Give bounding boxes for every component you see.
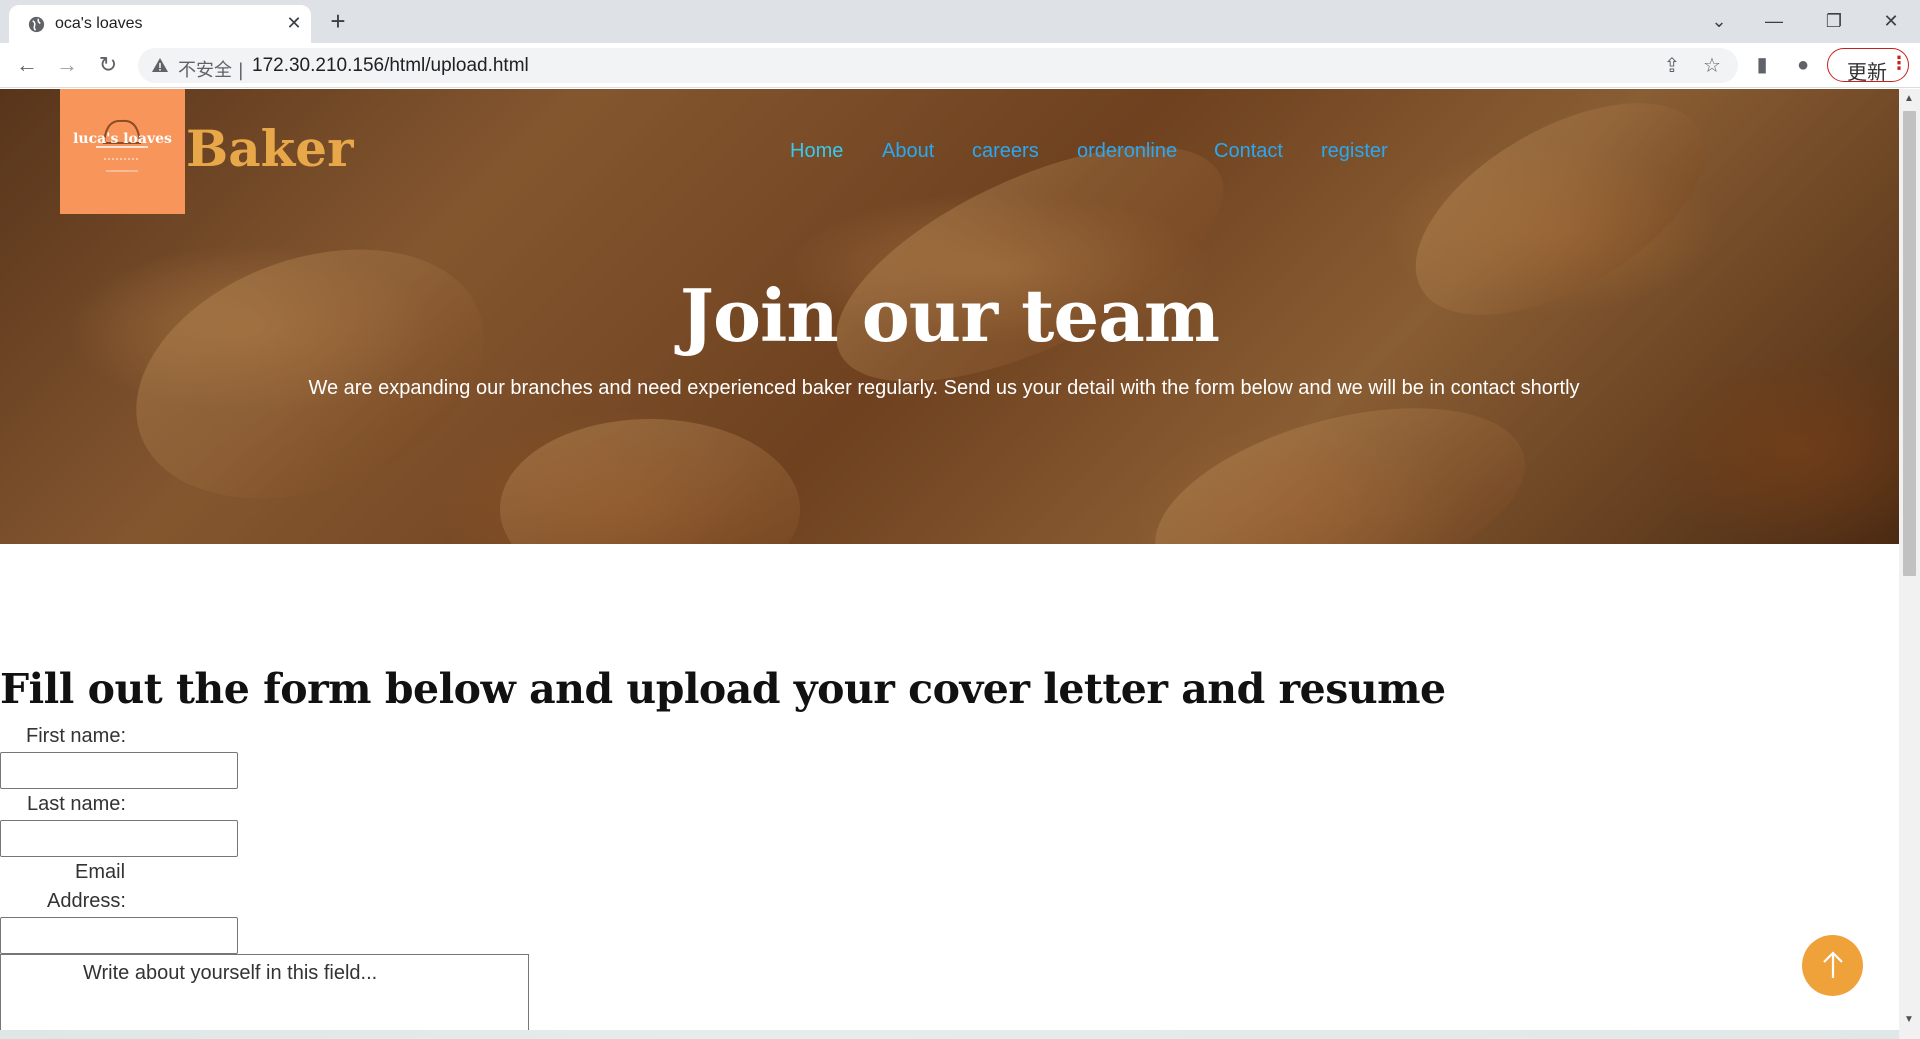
email-label: Email [75,861,126,883]
back-icon[interactable]: ← [12,50,42,80]
page-viewport: luca's loaves Baker Home About careers o… [0,89,1899,1039]
new-tab-icon[interactable]: + [324,8,352,36]
insecure-label: 不安全 | [178,60,244,81]
last-name-label: Last name: [27,793,126,815]
browser-toolbar: ← → ↻ 不安全 | 172.30.210.156/html/upload.h… [0,43,1920,88]
scroll-down-arrow-icon[interactable]: ▼ [1904,1014,1914,1025]
about-textarea[interactable]: Write about yourself in this field... [0,954,529,1039]
last-name-input[interactable] [0,820,238,857]
update-label: 更新 [1847,60,1887,84]
warning-icon[interactable] [150,55,170,75]
tab-close-icon[interactable]: ✕ [283,12,305,34]
nav-register[interactable]: register [1321,140,1388,163]
profile-avatar-icon[interactable]: ● [1789,51,1817,79]
page-scrollbar[interactable]: ▲ ▼ [1899,89,1920,1039]
restore-icon[interactable]: ❐ [1814,6,1854,36]
browser-tab[interactable]: oca's loaves ✕ [9,5,311,43]
nav-orderonline[interactable]: orderonline [1077,140,1177,163]
scroll-thumb[interactable] [1903,111,1916,576]
url-text[interactable]: 172.30.210.156/html/upload.html [252,55,529,77]
email-label-line2: Address: [47,890,126,912]
form-heading: Fill out the form below and upload your … [0,665,1446,713]
share-icon[interactable]: ⇪ [1660,54,1684,78]
forward-icon[interactable]: → [52,50,82,80]
scroll-up-arrow-icon[interactable]: ▲ [1904,93,1914,104]
hero-banner: luca's loaves Baker Home About careers o… [0,89,1899,544]
bookmark-star-icon[interactable]: ☆ [1700,54,1724,78]
side-panel-icon[interactable]: ▮ [1748,51,1776,79]
tab-strip: oca's loaves ✕ + ⌄ — ❐ ✕ [0,0,1920,43]
update-button[interactable]: 更新 ⋮ [1827,48,1909,84]
nav-careers[interactable]: careers [972,140,1039,163]
minimize-icon[interactable]: — [1754,6,1794,36]
back-to-top-button[interactable] [1802,935,1863,996]
first-name-label: First name: [26,725,127,747]
first-name-input[interactable] [0,752,238,789]
page-bottom-strip [0,1030,1899,1039]
globe-icon [28,16,45,33]
hero-title: Join our team [679,273,1220,358]
window-close-icon[interactable]: ✕ [1871,6,1911,36]
nav-contact[interactable]: Contact [1214,140,1283,163]
address-bar[interactable]: 不安全 | 172.30.210.156/html/upload.html ⇪ … [138,48,1738,83]
tab-search-chevron-icon[interactable]: ⌄ [1699,6,1739,36]
tab-title: oca's loaves [55,15,143,32]
email-input[interactable] [0,917,238,954]
nav-home[interactable]: Home [790,140,843,163]
nav-about[interactable]: About [882,140,934,163]
main-nav: Home About careers orderonline Contact r… [0,140,1899,170]
menu-dots-icon[interactable]: ⋮ [1890,53,1908,74]
hero-subtitle: We are expanding our branches and need e… [308,377,1580,399]
about-textarea-text: Write about yourself in this field... [83,962,378,984]
arrow-up-icon [1823,951,1843,978]
reload-icon[interactable]: ↻ [93,50,123,80]
